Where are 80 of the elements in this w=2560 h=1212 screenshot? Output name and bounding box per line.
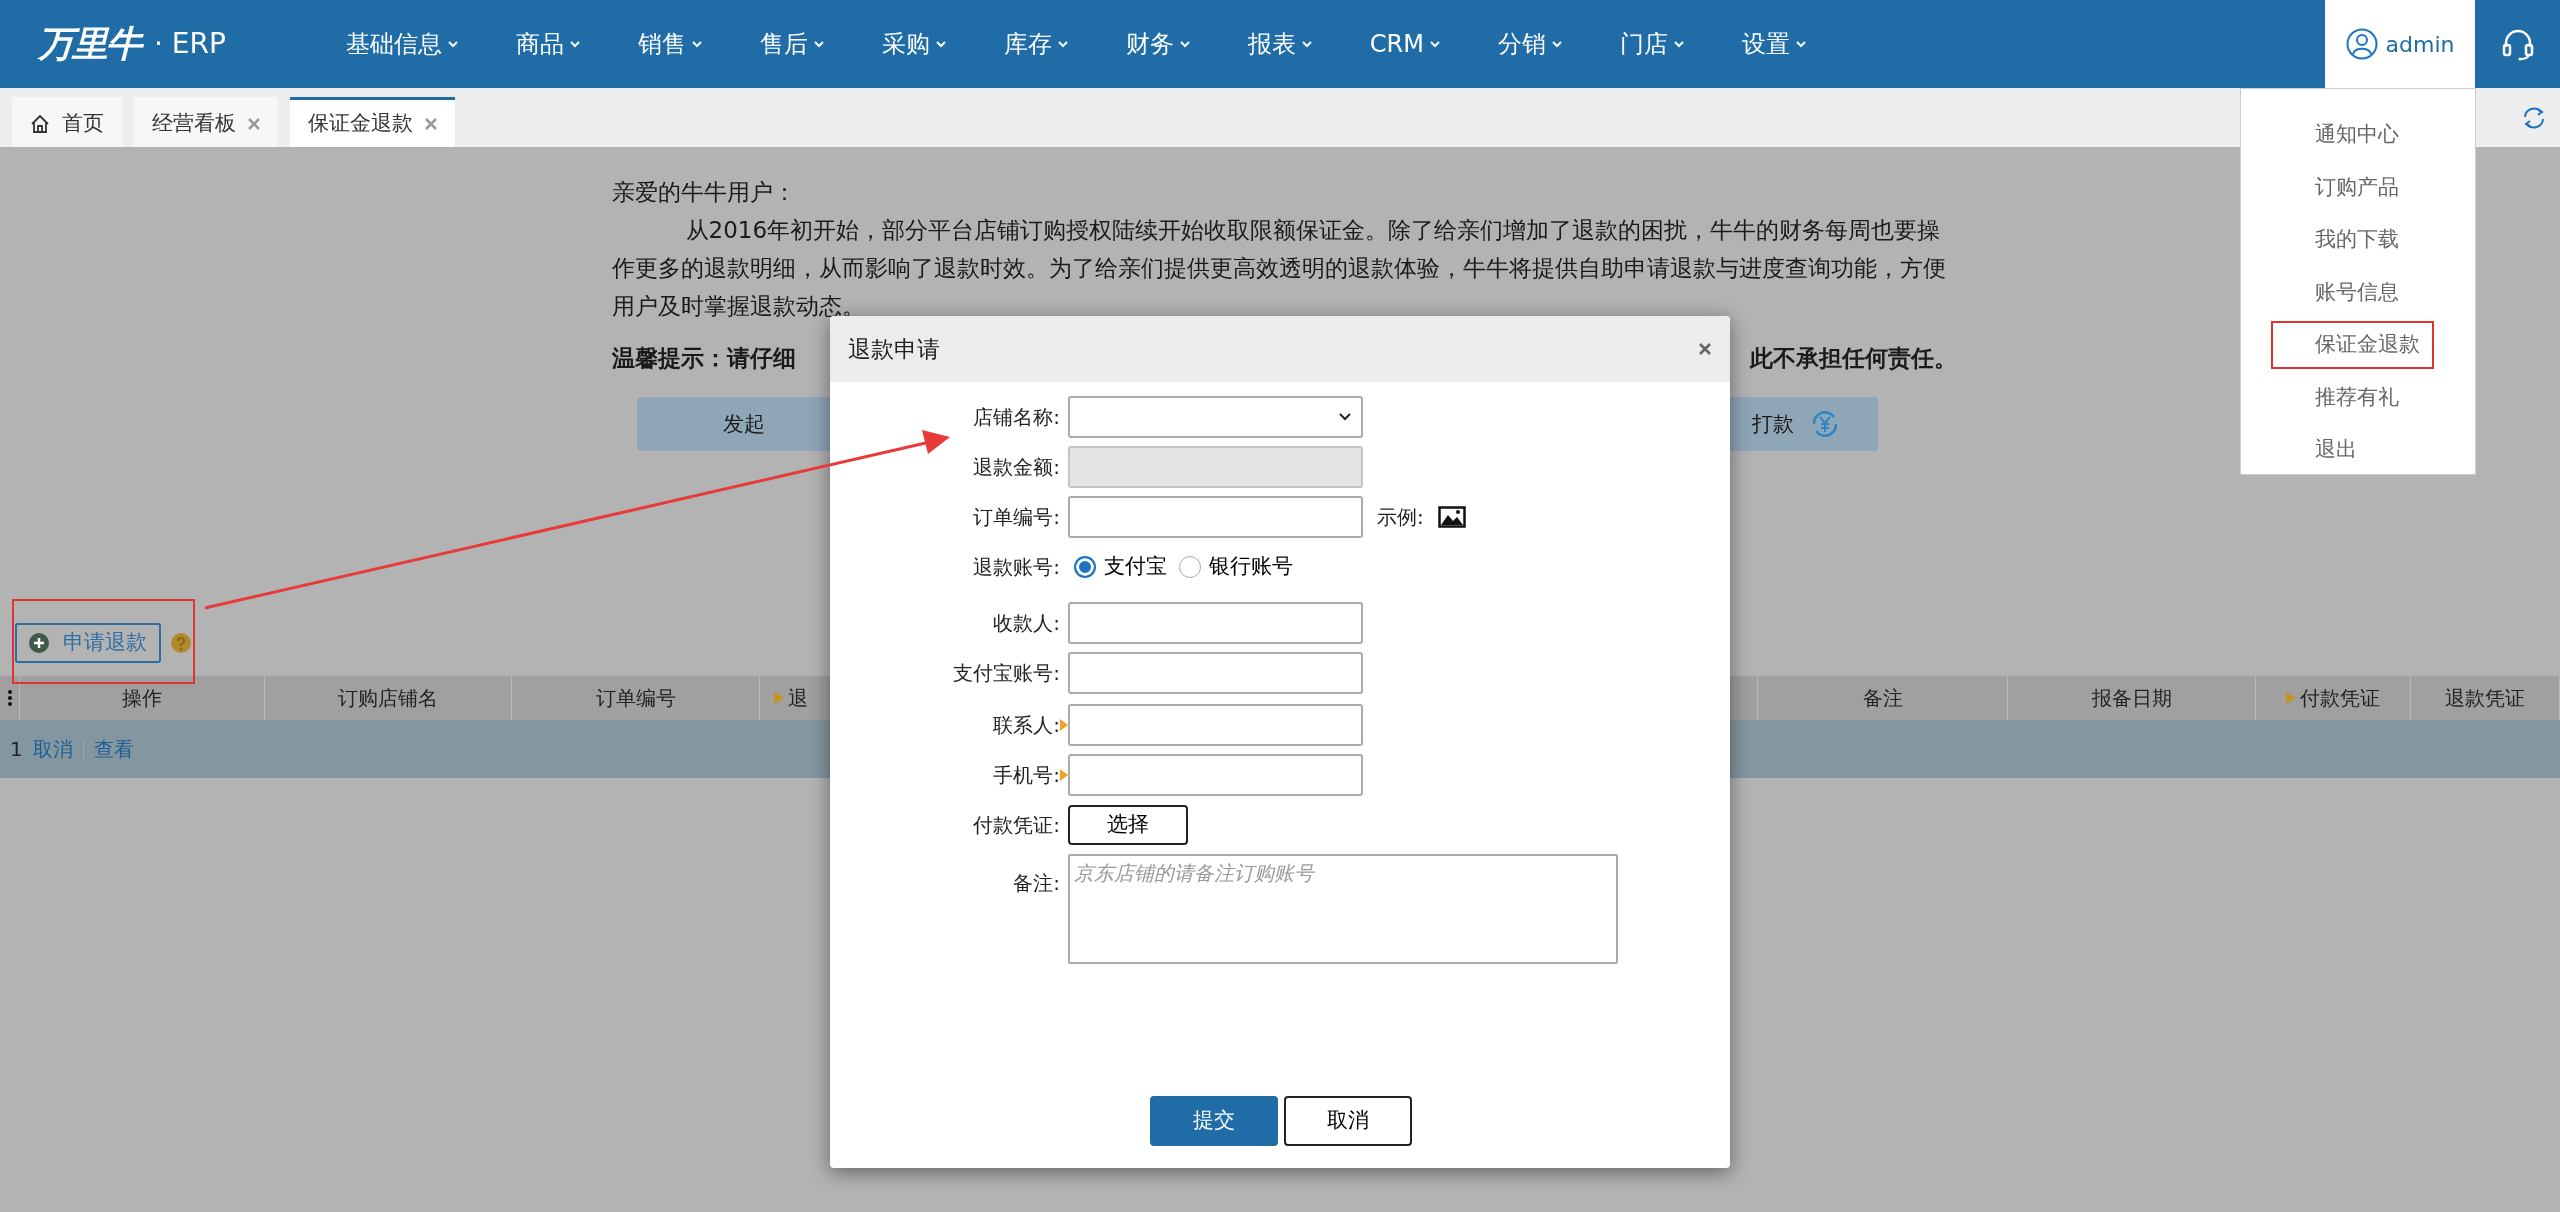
nav-menu-item[interactable]: 报表 (1247, 26, 1312, 62)
nav-menu-item[interactable]: 财务 (1125, 26, 1190, 62)
close-icon[interactable] (1698, 342, 1712, 356)
menu-item[interactable]: 订购产品 (2301, 163, 2413, 211)
plus-circle-icon (29, 633, 49, 653)
field-label: 手机号: (992, 762, 1060, 789)
kebab-icon[interactable] (7, 690, 12, 706)
caret-icon (447, 40, 458, 48)
menu-item[interactable]: 保证金退款 (2271, 321, 2434, 369)
row-number: 1 (10, 736, 23, 763)
tip-text: 此不承担任何责任。 (1750, 344, 1957, 373)
action-text: 发起 (723, 411, 765, 438)
greeting-text: 亲爱的牛牛用户： (612, 178, 797, 207)
caret-icon (569, 40, 580, 48)
input-field[interactable] (1068, 754, 1363, 796)
headset-icon[interactable] (2500, 27, 2535, 61)
nav-menu-item[interactable]: 采购 (881, 26, 946, 62)
nav-menu-item[interactable]: 售后 (759, 26, 824, 62)
caret-icon (1301, 40, 1312, 48)
caret-icon (813, 40, 824, 48)
yuan-cycle-icon (1810, 409, 1840, 439)
menu-item[interactable]: 通知中心 (2301, 111, 2413, 159)
menu-item[interactable]: 账号信息 (2301, 268, 2413, 316)
nav-menu-item[interactable]: 商品 (515, 26, 580, 62)
nav-menu-item[interactable]: 销售 (637, 26, 702, 62)
input-field[interactable] (1068, 602, 1363, 644)
cancel-button[interactable]: 取消 (1284, 1096, 1412, 1146)
choose-file-button[interactable]: 选择 (1068, 805, 1188, 845)
input-field[interactable] (1068, 652, 1363, 694)
caret-icon (935, 40, 946, 48)
caret-icon (1179, 40, 1190, 48)
caret-icon (1552, 40, 1562, 48)
user-icon (2345, 28, 2378, 60)
field-label: 收款人: (992, 610, 1060, 637)
field-label: 联系人: (992, 712, 1060, 739)
page-tab[interactable]: 经营看板 (134, 97, 278, 147)
page-tab[interactable]: 保证金退款 (290, 97, 455, 147)
caret-icon (1057, 40, 1068, 48)
close-icon[interactable] (248, 117, 260, 130)
example-label: 示例: (1377, 504, 1424, 531)
nav-menu-item[interactable]: CRM (1369, 26, 1440, 62)
close-icon[interactable] (425, 117, 437, 130)
home-icon (30, 113, 50, 134)
menu-item[interactable]: 我的下载 (2301, 216, 2413, 264)
caret-icon (1674, 40, 1684, 48)
nav-menu-item[interactable]: 库存 (1003, 26, 1068, 62)
remark-field[interactable]: 京东店铺的请备注订购账号 (1068, 854, 1618, 964)
field-label: 退款金额: (972, 454, 1060, 481)
action-text: 打款 (1752, 411, 1794, 438)
tip-text: 温馨提示：请仔细 (612, 344, 796, 373)
menu-item[interactable]: 退出 (2301, 426, 2371, 474)
help-icon[interactable] (171, 633, 191, 653)
refresh-icon[interactable] (2522, 105, 2546, 130)
image-icon[interactable] (1437, 506, 1466, 528)
input-field[interactable] (1068, 704, 1363, 746)
field-label: 退款账号: (972, 554, 1060, 581)
field-label: 备注: (1012, 870, 1060, 897)
page-tab[interactable]: 首页 (12, 97, 122, 147)
menu-item[interactable]: 推荐有礼 (2301, 373, 2413, 421)
notice-paragraph: 从2016年初开始，部分平台店铺订购授权陆续开始收取限额保证金。除了给亲们增加了退款的困扰，牛牛的财务每周也要操作更多的退款明细，从而影响了退款时效。为了给亲们提供更高效透明的退款体验，牛牛将提供自助申请退款与进度查询功能，方便用户及时掌握退款动态。 (612, 216, 1947, 321)
input-field[interactable] (1068, 496, 1363, 538)
nav-menu-item[interactable]: 基础信息 (345, 26, 458, 62)
store-select[interactable] (1068, 396, 1363, 438)
nav-menu-item[interactable]: 门店 (1620, 26, 1684, 62)
field-label: 订单编号: (972, 504, 1060, 531)
caret-icon (1430, 40, 1440, 48)
nav-menu-item[interactable]: 分销 (1498, 26, 1562, 62)
field-label: 付款凭证: (972, 812, 1060, 839)
field-label: 支付宝账号: (952, 660, 1060, 687)
radio-option[interactable]: 支付宝 (1068, 551, 1173, 583)
nav-menu-item[interactable]: 设置 (1742, 26, 1806, 62)
field-label: 店铺名称: (972, 404, 1060, 431)
logo-suffix: · ERP (154, 26, 226, 62)
caret-icon (1796, 40, 1806, 48)
user-menu-button[interactable]: admin (2325, 0, 2475, 88)
dialog-title: 退款申请 (848, 334, 940, 364)
radio-option[interactable]: 银行账号 (1173, 551, 1299, 583)
submit-button[interactable]: 提交 (1150, 1096, 1278, 1146)
chevron-down-icon (1339, 413, 1351, 421)
caret-icon (691, 40, 702, 48)
